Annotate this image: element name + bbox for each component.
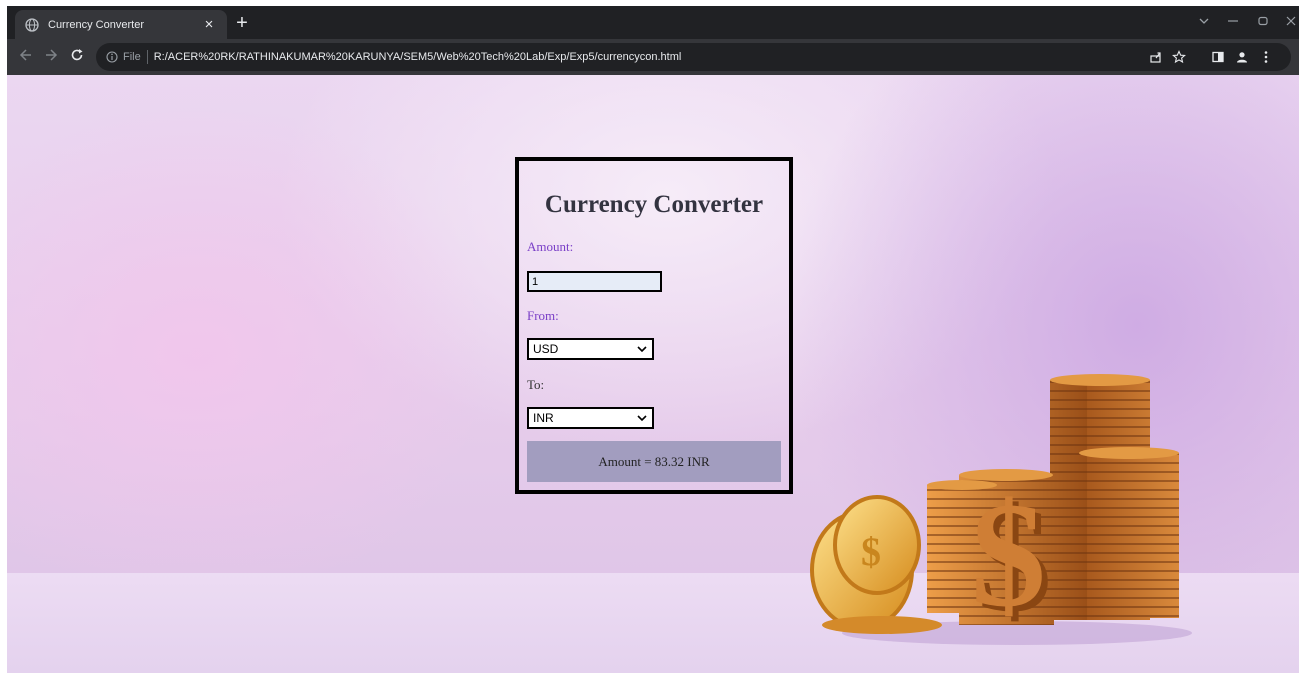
address-bar[interactable]: File R:/ACER%20RK/RATHINAKUMAR%20KARUNYA…: [96, 43, 1291, 71]
star-icon[interactable]: [1170, 48, 1188, 66]
minimize-button[interactable]: [1222, 13, 1244, 29]
converter-title: Currency Converter: [544, 191, 764, 218]
file-scheme-label: File: [123, 51, 141, 63]
to-label: To:: [527, 377, 545, 392]
tab-strip: Currency Converter × +: [7, 6, 1299, 39]
to-currency-value: INR: [533, 411, 554, 425]
amount-label: Amount:: [527, 239, 574, 254]
profile-icon[interactable]: [1233, 48, 1251, 66]
restore-button[interactable]: [1252, 13, 1274, 29]
url-text[interactable]: R:/ACER%20RK/RATHINAKUMAR%20KARUNYA/SEM5…: [154, 51, 682, 63]
chevron-down-icon: [636, 411, 648, 425]
to-currency-select[interactable]: INR: [527, 407, 654, 429]
chevron-down-icon: [636, 342, 648, 356]
coin-stack-illustration: $ $ $: [810, 374, 1192, 645]
from-currency-value: USD: [533, 342, 559, 356]
from-label: From:: [527, 308, 559, 323]
tab-close-button[interactable]: ×: [201, 16, 217, 33]
reload-icon[interactable]: [68, 48, 86, 66]
new-tab-button[interactable]: +: [231, 12, 253, 34]
menu-icon[interactable]: [1257, 48, 1275, 66]
address-separator: [146, 50, 148, 64]
sidepanel-icon[interactable]: [1209, 48, 1227, 66]
tab-title: Currency Converter: [48, 18, 144, 31]
svg-text:$: $: [861, 529, 881, 574]
info-icon[interactable]: [106, 51, 118, 63]
amount-input[interactable]: [527, 271, 662, 292]
globe-icon: [25, 17, 39, 32]
page-viewport: $ $ $ Currency Converter Amount: From: U…: [7, 75, 1299, 673]
close-window-button[interactable]: [1280, 13, 1299, 29]
share-icon[interactable]: [1147, 48, 1165, 66]
back-icon[interactable]: [17, 48, 35, 66]
from-currency-select[interactable]: USD: [527, 338, 654, 360]
tab-search-icon[interactable]: [1193, 13, 1215, 29]
tab-currency-converter[interactable]: Currency Converter ×: [15, 10, 227, 39]
conversion-result: Amount = 83.32 INR: [527, 441, 781, 482]
svg-text:$: $: [971, 472, 1046, 638]
converter-card: Currency Converter Amount: From: USD To:…: [515, 157, 793, 494]
browser-window: Currency Converter × + File R:/ACER%20RK…: [7, 6, 1299, 673]
browser-toolbar: File R:/ACER%20RK/RATHINAKUMAR%20KARUNYA…: [7, 39, 1299, 75]
forward-icon[interactable]: [42, 48, 60, 66]
